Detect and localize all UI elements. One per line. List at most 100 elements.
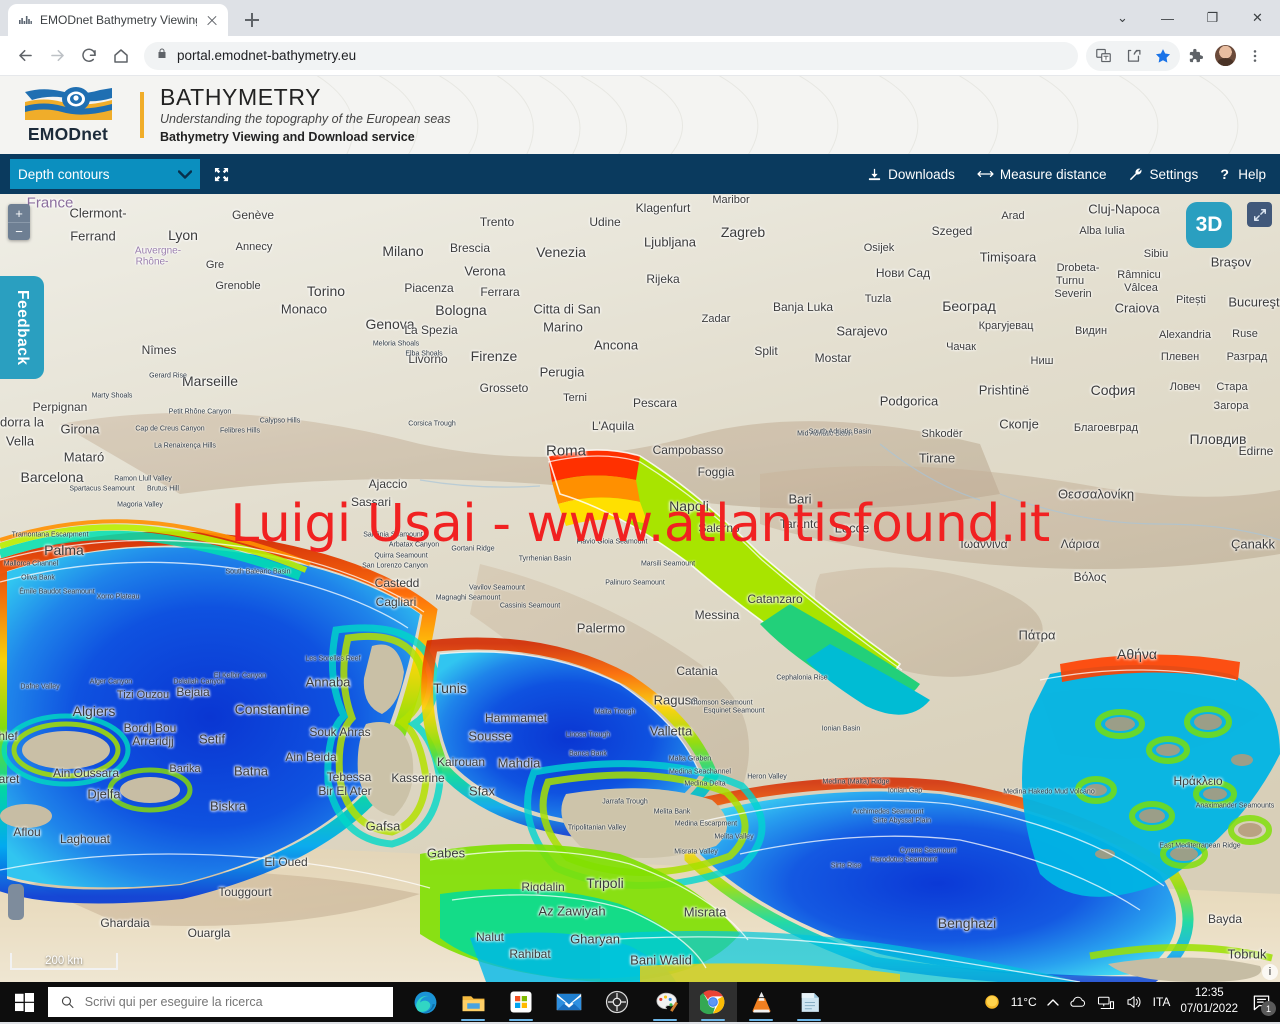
taskbar-app-mail[interactable]: [545, 982, 593, 1022]
map-sea-label: South Adriatic Basin: [808, 428, 872, 436]
window-maximize-icon[interactable]: ❐: [1190, 2, 1235, 34]
taskbar-app-chrome[interactable]: [689, 982, 737, 1022]
taskbar-app-paint[interactable]: [641, 982, 689, 1022]
expand-layers-icon[interactable]: [214, 167, 229, 182]
taskbar-apps: [401, 982, 833, 1022]
forward-icon[interactable]: [42, 41, 72, 71]
map-city-label: Lyon: [168, 227, 198, 243]
map-city-label: Ljubljana: [643, 234, 697, 250]
show-hidden-icons-chevron[interactable]: [1046, 998, 1059, 1007]
input-language[interactable]: ITA: [1153, 995, 1171, 1009]
home-icon[interactable]: [106, 41, 136, 71]
window-minimize-icon[interactable]: —: [1145, 2, 1190, 34]
help-button[interactable]: ? Help: [1220, 167, 1266, 182]
map-city-label: Плевен: [1160, 351, 1200, 363]
map-city-label: Foggia: [697, 465, 735, 479]
taskbar-app-microsoft-store[interactable]: [497, 982, 545, 1022]
watermark-text: Luigi Usai - www.atlantisfound.it: [230, 494, 1050, 554]
more-menu-icon[interactable]: [1240, 41, 1270, 71]
volume-icon[interactable]: [1125, 994, 1143, 1010]
share-icon[interactable]: [1118, 41, 1148, 71]
taskbar-search[interactable]: [48, 987, 393, 1017]
onedrive-icon[interactable]: [1069, 995, 1087, 1010]
zoom-in-button[interactable]: +: [8, 204, 30, 222]
zoom-out-button[interactable]: −: [8, 222, 30, 240]
map-sea-label: Sirte Rise: [830, 862, 862, 870]
address-bar[interactable]: portal.emodnet-bathymetry.eu: [144, 41, 1078, 70]
map-city-label: Cluj-Napoca: [1088, 201, 1160, 217]
map-city-label: София: [1090, 382, 1136, 398]
map-city-label: Setif: [198, 731, 226, 747]
map-sea-label: Dafne Valley: [20, 683, 60, 691]
map-city-label: Kasserine: [391, 771, 445, 785]
map-city-label: Grenoble: [215, 280, 261, 292]
feedback-tab[interactable]: Feedback: [0, 276, 44, 379]
map-sea-label: Banca Bank: [569, 750, 607, 758]
scale-bar: 200 km: [10, 953, 118, 970]
tab-close-icon[interactable]: [204, 12, 220, 28]
taskbar-app-edge[interactable]: [401, 982, 449, 1022]
windows-logo-icon: [14, 992, 34, 1012]
browser-tab[interactable]: EMODnet Bathymetry Viewing an: [8, 4, 228, 36]
reload-icon[interactable]: [74, 41, 104, 71]
map-city-label: Laghouat: [59, 832, 111, 846]
map-viewport[interactable]: France Clermont- Ferrand Genève Lyon Annecy Au…: [0, 194, 1280, 982]
taskbar-app-file-explorer[interactable]: [449, 982, 497, 1022]
map-sea-label: Magnaghi Seamount: [435, 594, 501, 602]
map-city-label: Загора: [1213, 400, 1249, 412]
map-city-label: Ouargla: [187, 926, 231, 940]
translate-icon[interactable]: [1088, 41, 1118, 71]
map-sea-label: Melita Bank: [653, 808, 691, 816]
map-city-label: Severin: [1054, 288, 1092, 300]
profile-avatar[interactable]: [1210, 41, 1240, 71]
back-icon[interactable]: [10, 41, 40, 71]
downloads-button[interactable]: Downloads: [867, 167, 955, 182]
map-city-label: Benghazi: [937, 915, 997, 931]
map-city-label: Brescia: [449, 241, 491, 255]
map-city-label: Ruse: [1232, 328, 1258, 340]
search-input[interactable]: [84, 995, 381, 1009]
attribution-icon[interactable]: i: [1262, 964, 1278, 980]
new-tab-button[interactable]: [238, 6, 266, 34]
map-sea-label: Esquinet Seamount: [703, 707, 765, 715]
extensions-icon[interactable]: [1180, 41, 1210, 71]
taskbar-app-obs-studio[interactable]: [593, 982, 641, 1022]
chart-favicon: [18, 13, 33, 28]
map-city-label: Catania: [676, 664, 718, 678]
bathymetry-map[interactable]: [0, 194, 1280, 982]
window-close-icon[interactable]: ✕: [1235, 2, 1280, 34]
map-city-label: Shkodër: [921, 428, 963, 440]
sunny-icon: [984, 995, 999, 1009]
map-city-label: Nîmes: [141, 343, 177, 357]
map-city-label: Rhône-: [135, 256, 169, 268]
taskbar-app-notepad[interactable]: [785, 982, 833, 1022]
edge-icon: [414, 991, 436, 1013]
map-city-label: Bayda: [1207, 912, 1243, 926]
emodnet-logo[interactable]: EMODnet: [14, 86, 122, 145]
toggle-3d-button[interactable]: 3D: [1186, 202, 1232, 248]
bookmark-star-icon[interactable]: [1148, 41, 1178, 71]
map-city-label: Mostar: [814, 351, 852, 365]
measure-distance-button[interactable]: Measure distance: [977, 167, 1106, 182]
map-sea-label: Cassinis Seamount: [499, 602, 561, 610]
window-minimize-group-icon[interactable]: ⌄: [1100, 2, 1145, 34]
settings-button[interactable]: Settings: [1128, 167, 1198, 182]
map-city-label: Gafsa: [365, 818, 401, 834]
map-city-label: Bucureşt: [1228, 294, 1280, 310]
map-sea-label: Herodotus Seamount: [870, 856, 938, 864]
map-city-label: Bir El Ater: [318, 784, 372, 798]
map-sea-label: Petit Rhône Canyon: [168, 408, 232, 416]
panel-drag-handle[interactable]: [8, 884, 24, 920]
map-city-label: Tizi Ouzou: [116, 689, 170, 701]
clock[interactable]: 12:35 07/01/2022: [1180, 986, 1238, 1017]
map-city-label: Nalut: [475, 930, 505, 944]
notification-center-button[interactable]: 1: [1248, 989, 1276, 1016]
fullscreen-icon[interactable]: [1247, 202, 1272, 227]
taskbar-app-vlc[interactable]: [737, 982, 785, 1022]
map-city-label: Ниш: [1030, 355, 1054, 367]
network-icon[interactable]: [1097, 995, 1115, 1010]
weather-widget[interactable]: [983, 993, 1001, 1011]
map-city-label: Ferrara: [480, 285, 520, 299]
start-button[interactable]: [0, 982, 48, 1022]
layer-select[interactable]: Depth contours: [10, 159, 200, 189]
